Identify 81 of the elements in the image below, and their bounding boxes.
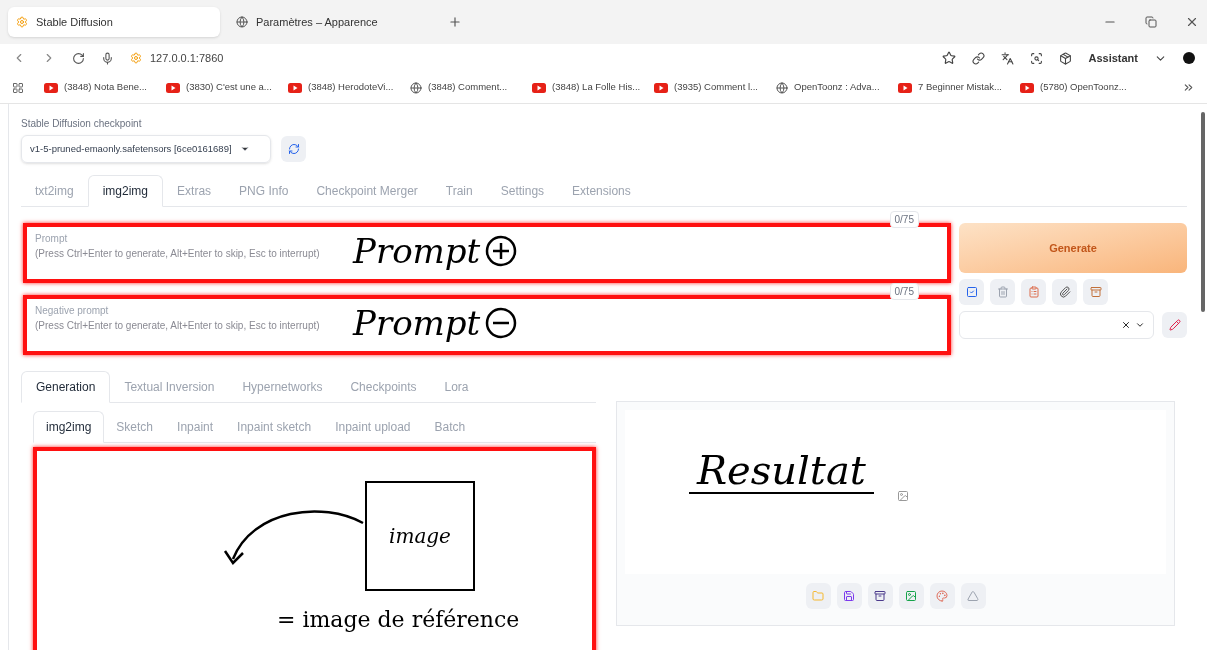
bookmark[interactable]: (3848) La Folle His... xyxy=(532,80,646,95)
token-counter: 0/75 xyxy=(889,283,919,300)
site-icon xyxy=(130,52,142,64)
prompt-field[interactable]: (Press Ctrl+Enter to generate, Alt+Enter to skip, Esc to interrupt) xyxy=(35,246,335,260)
output-action-button[interactable] xyxy=(836,582,862,609)
prompt-field[interactable]: (Press Ctrl+Enter to generate, Alt+Enter to skip, Esc to interrupt) xyxy=(35,318,335,332)
tab[interactable]: img2img xyxy=(33,411,105,443)
refresh-icon xyxy=(287,143,300,155)
url-text: 127.0.0.1:7860 xyxy=(150,50,224,66)
edit-styles-button[interactable] xyxy=(1162,312,1187,338)
video-icon xyxy=(898,82,912,93)
checkpoint-label: Stable Diffusion checkpoint xyxy=(21,117,143,131)
output-action-button[interactable] xyxy=(867,582,893,609)
browser-tab[interactable]: Stable Diffusion xyxy=(8,7,220,37)
handwritten-note: Prompt xyxy=(353,231,481,271)
handwritten-note: image xyxy=(389,523,451,550)
bookmark[interactable]: OpenToonz : Adva... xyxy=(776,80,890,95)
folder-icon xyxy=(812,589,824,602)
bookmark[interactable]: (3935) Comment l... xyxy=(654,80,768,95)
video-icon xyxy=(166,82,180,93)
bookmark[interactable]: (3848) Comment... xyxy=(410,80,524,95)
apps-icon[interactable] xyxy=(12,81,24,94)
pencil-icon xyxy=(1168,319,1181,331)
video-icon xyxy=(288,82,302,93)
save-icon xyxy=(843,589,855,602)
tool-button[interactable] xyxy=(1052,279,1077,305)
tab[interactable]: img2img xyxy=(87,175,164,207)
scrollbar-thumb[interactable] xyxy=(1201,112,1205,312)
video-icon xyxy=(532,82,546,93)
restore-icon[interactable] xyxy=(1145,16,1157,28)
trash-icon xyxy=(996,286,1009,298)
bookmark[interactable]: (3830) C'est une a... xyxy=(166,80,280,95)
link-icon[interactable] xyxy=(972,51,986,65)
chevron-down-icon[interactable] xyxy=(1135,320,1145,330)
checkbox-icon xyxy=(965,286,978,298)
site-icon xyxy=(16,16,28,28)
field-label: Prompt xyxy=(35,232,68,246)
more-bookmarks-icon[interactable] xyxy=(1182,81,1195,94)
circled-minus-icon xyxy=(484,306,519,340)
video-icon xyxy=(44,82,58,93)
bookmark[interactable]: (3848) Nota Bene... xyxy=(44,80,158,95)
new-tab-icon[interactable] xyxy=(448,15,462,29)
profile-icon[interactable] xyxy=(1183,52,1195,64)
tool-button[interactable] xyxy=(1083,279,1108,305)
image-drop-area[interactable]: image = image de référence xyxy=(33,447,596,650)
refresh-button[interactable] xyxy=(281,136,306,162)
address-bar[interactable]: 127.0.0.1:7860 xyxy=(130,49,224,67)
clipboard-icon xyxy=(1027,286,1040,298)
image-placeholder-icon xyxy=(897,490,909,502)
caption-note: = image de référence xyxy=(277,606,520,634)
chevron-down-icon xyxy=(239,144,250,154)
box-icon xyxy=(1089,286,1102,298)
image-icon xyxy=(905,589,917,602)
bookmark[interactable]: (5780) OpenToonz... xyxy=(1020,80,1134,95)
bookmark[interactable]: (3848) HerodoteVi... xyxy=(288,80,402,95)
palette-icon xyxy=(936,589,948,602)
video-icon xyxy=(1020,82,1034,93)
tab[interactable]: Generation xyxy=(21,371,111,403)
archive-icon xyxy=(874,589,886,602)
close-icon[interactable] xyxy=(1185,15,1199,29)
bookmark[interactable]: 7 Beginner Mistak... xyxy=(898,80,1012,95)
video-icon xyxy=(654,82,668,93)
star-icon[interactable] xyxy=(942,51,957,65)
globe-icon xyxy=(410,81,422,94)
reload-icon[interactable] xyxy=(72,51,85,65)
paperclip-icon xyxy=(1058,286,1071,298)
tool-button[interactable] xyxy=(959,279,984,305)
clear-icon[interactable] xyxy=(1121,320,1131,330)
translate-icon[interactable] xyxy=(1001,51,1015,65)
token-counter: 0/75 xyxy=(889,211,919,228)
assistant-button[interactable]: Assistant xyxy=(1088,49,1138,67)
circled-plus-icon xyxy=(484,234,519,268)
handwritten-note: Prompt xyxy=(353,303,481,343)
site-icon xyxy=(236,16,248,28)
checkpoint-dropdown[interactable]: v1-5-pruned-emaonly.safetensors [6ce0161689] xyxy=(21,135,271,163)
scan-icon[interactable] xyxy=(1030,51,1044,65)
microphone-icon[interactable] xyxy=(101,51,114,65)
browser-tab[interactable]: Paramètres – Apparence xyxy=(228,7,440,37)
field-label: Negative prompt xyxy=(35,304,109,318)
globe-icon xyxy=(776,81,788,94)
handwritten-note: Resultat xyxy=(689,448,874,494)
